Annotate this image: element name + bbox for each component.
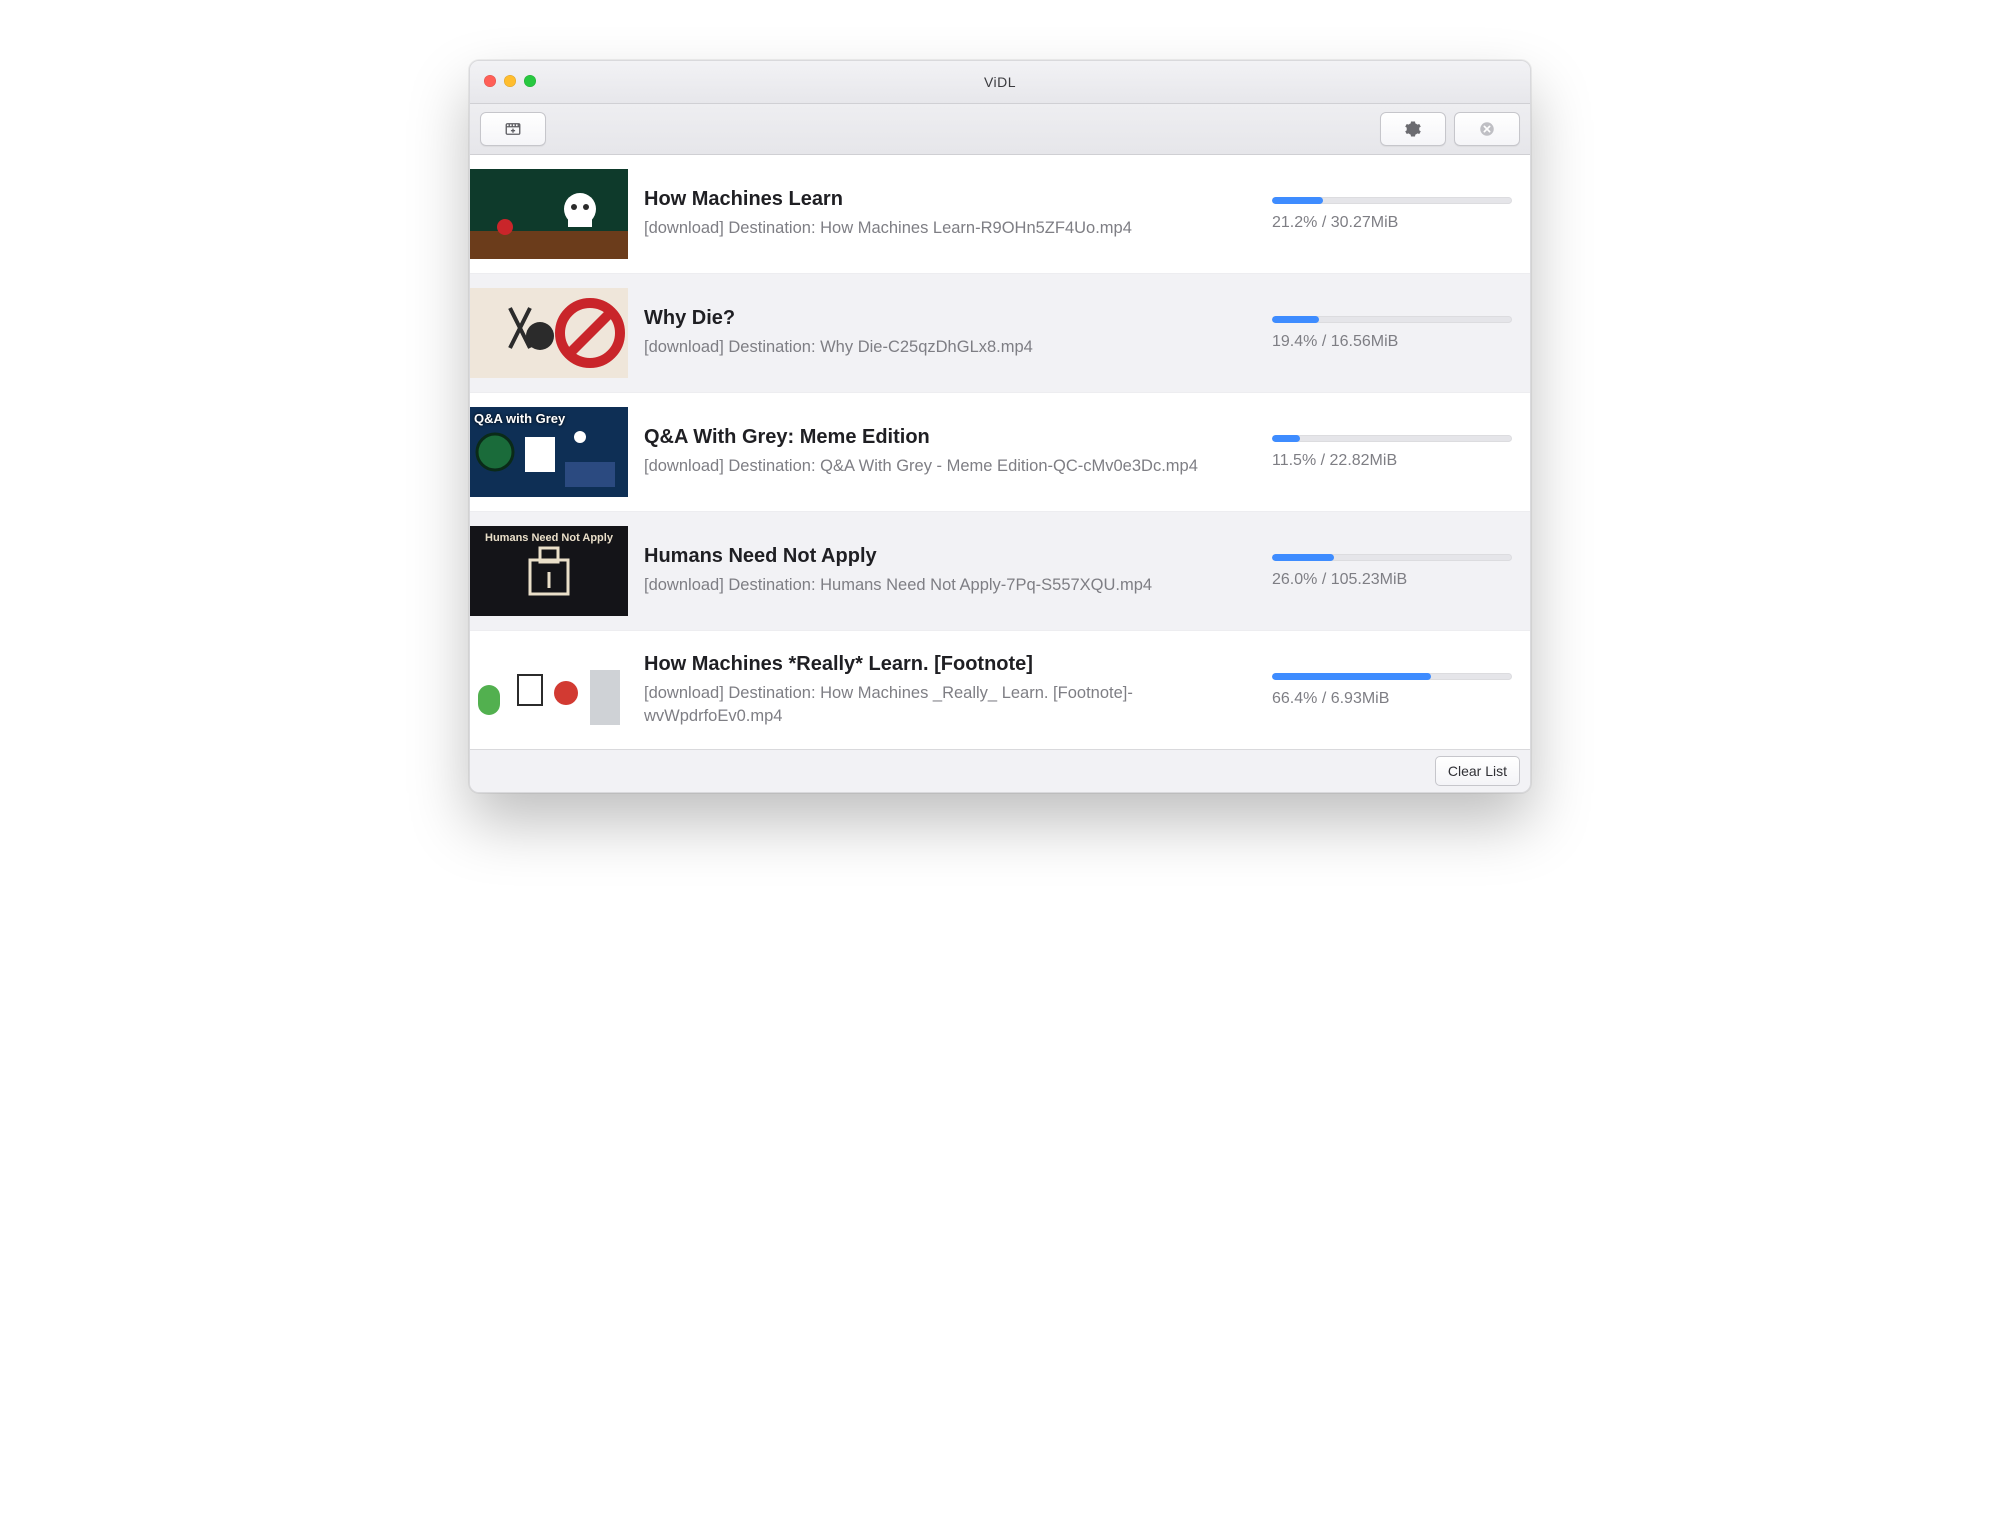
progress-fill	[1272, 197, 1323, 204]
progress-fill	[1272, 554, 1334, 561]
progress-fill	[1272, 673, 1431, 680]
progress-bar	[1272, 316, 1512, 323]
cancel-icon	[1478, 120, 1496, 138]
clear-list-button[interactable]: Clear List	[1435, 756, 1520, 786]
window-title: ViDL	[984, 74, 1016, 90]
video-thumbnail: Humans Need Not Apply	[470, 526, 628, 616]
progress-text: 21.2% / 30.27MiB	[1272, 214, 1512, 232]
progress-text: 66.4% / 6.93MiB	[1272, 690, 1512, 708]
progress-bar	[1272, 673, 1512, 680]
video-thumbnail: Q&A with Grey	[470, 407, 628, 497]
progress-bar	[1272, 197, 1512, 204]
progress-fill	[1272, 435, 1300, 442]
footer: Clear List	[470, 750, 1530, 792]
downloads-list: How Machines Learn [download] Destinatio…	[470, 155, 1530, 750]
video-thumbnail	[470, 645, 628, 735]
progress-text: 11.5% / 22.82MiB	[1272, 452, 1512, 470]
download-status: [download] Destination: Humans Need Not …	[644, 574, 1256, 596]
download-row[interactable]: Humans Need Not Apply Humans Need Not Ap…	[470, 512, 1530, 631]
window-controls	[484, 75, 536, 87]
title-bar: ViDL	[470, 61, 1530, 104]
download-status: [download] Destination: Q&A With Grey - …	[644, 455, 1256, 477]
progress-text: 19.4% / 16.56MiB	[1272, 333, 1512, 351]
video-title: Why Die?	[644, 307, 1256, 330]
progress-text: 26.0% / 105.23MiB	[1272, 571, 1512, 589]
video-title: How Machines *Really* Learn. [Footnote]	[644, 653, 1256, 676]
download-row[interactable]: How Machines *Really* Learn. [Footnote] …	[470, 631, 1530, 749]
add-video-button[interactable]	[480, 112, 546, 146]
video-thumbnail	[470, 169, 628, 259]
video-title: How Machines Learn	[644, 188, 1256, 211]
progress-fill	[1272, 316, 1319, 323]
thumbnail-overlay-text: Humans Need Not Apply	[470, 532, 628, 544]
add-video-icon	[504, 120, 522, 138]
close-window-button[interactable]	[484, 75, 496, 87]
zoom-window-button[interactable]	[524, 75, 536, 87]
video-title: Q&A With Grey: Meme Edition	[644, 426, 1256, 449]
cancel-downloads-button[interactable]	[1454, 112, 1520, 146]
download-row[interactable]: How Machines Learn [download] Destinatio…	[470, 155, 1530, 274]
progress-bar	[1272, 554, 1512, 561]
download-status: [download] Destination: How Machines Lea…	[644, 217, 1256, 239]
app-window: ViDL	[469, 60, 1531, 793]
toolbar	[470, 104, 1530, 155]
video-title: Humans Need Not Apply	[644, 545, 1256, 568]
thumbnail-overlay-text: Q&A with Grey	[474, 411, 565, 426]
download-status: [download] Destination: Why Die-C25qzDhG…	[644, 336, 1256, 358]
download-status: [download] Destination: How Machines _Re…	[644, 682, 1256, 727]
download-row[interactable]: Why Die? [download] Destination: Why Die…	[470, 274, 1530, 393]
settings-button[interactable]	[1380, 112, 1446, 146]
gear-icon	[1404, 120, 1422, 138]
minimize-window-button[interactable]	[504, 75, 516, 87]
progress-bar	[1272, 435, 1512, 442]
download-row[interactable]: Q&A with Grey Q&A With Grey: Meme Editio…	[470, 393, 1530, 512]
video-thumbnail	[470, 288, 628, 378]
